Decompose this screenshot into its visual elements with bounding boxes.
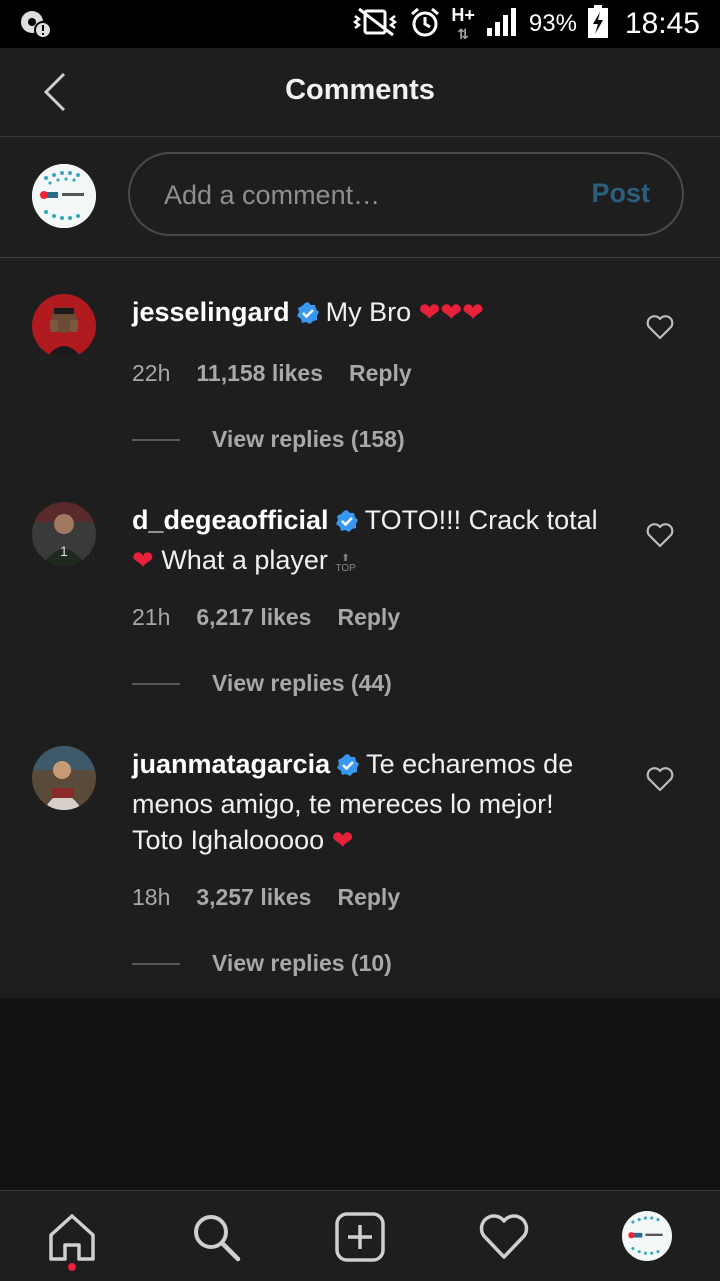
heart-outline-icon [646, 767, 674, 792]
comment-text: d_degeaofficial TOTO!!! Crack total ❤ Wha… [132, 502, 612, 578]
vibrate-off-icon [351, 7, 399, 42]
avatar [622, 1211, 672, 1261]
comment-message-line-1: Te echaremos de [366, 749, 574, 779]
comment-meta: 18h 3,257 likes Reply [132, 884, 400, 911]
bottom-tab-bar [0, 1190, 720, 1281]
svg-text:1: 1 [60, 543, 68, 559]
like-comment-button[interactable] [646, 522, 674, 548]
comment-message-line-2: menos amigo, te mereces lo mejor! [132, 789, 554, 819]
arrow-up-icon: ⬆ TOP [335, 553, 356, 574]
comment-composer: Post [0, 137, 720, 258]
view-replies-label: View replies (44) [212, 670, 392, 696]
view-replies-button[interactable]: View replies (10) [132, 950, 392, 977]
comment-message-line-3: Toto Ighalooooo [132, 825, 325, 855]
network-type-icon: H+ ⇅ [451, 4, 475, 42]
comment-likes[interactable]: 3,257 likes [196, 884, 311, 911]
reply-button[interactable]: Reply [349, 360, 412, 387]
alarm-icon [409, 6, 441, 43]
tab-activity[interactable] [478, 1211, 530, 1263]
tab-home[interactable] [46, 1211, 98, 1263]
tab-profile[interactable] [622, 1211, 672, 1261]
post-button[interactable]: Post [591, 178, 650, 209]
notification-icon [18, 8, 54, 45]
replies-divider [132, 682, 180, 685]
comment-meta: 21h 6,217 likes Reply [132, 604, 400, 631]
view-replies-label: View replies (158) [212, 426, 405, 452]
comments-header: Comments [0, 48, 720, 137]
network-type-label: H+ [451, 4, 475, 25]
home-active-indicator [68, 1263, 76, 1271]
like-comment-button[interactable] [646, 766, 674, 792]
comments-list: jesselingard My Bro ❤❤❤ 22h 11,158 likes … [0, 258, 720, 998]
comment-username[interactable]: jesselingard [132, 297, 290, 327]
avatar[interactable] [32, 294, 96, 358]
heart-emoji: ❤❤❤ [418, 297, 484, 327]
comment-input-container: Post [128, 152, 684, 236]
search-icon [194, 1215, 241, 1262]
heart-outline-icon [646, 315, 674, 340]
battery-charging-icon [587, 4, 609, 44]
new-post-icon [335, 1212, 385, 1262]
comment-age: 18h [132, 884, 171, 910]
view-replies-button[interactable]: View replies (44) [132, 670, 392, 697]
comment-message: My Bro [325, 297, 412, 327]
clock: 18:45 [624, 7, 700, 40]
comment-message-line-1: TOTO!!! Crack total [364, 505, 598, 535]
verified-badge-icon [296, 298, 320, 334]
home-icon [49, 1214, 95, 1261]
comment-input[interactable] [162, 172, 566, 218]
reply-button[interactable]: Reply [337, 884, 400, 911]
comment-text: juanmatagarcia Te echaremos de menos amig… [132, 746, 612, 858]
replies-divider [132, 438, 180, 441]
comment-likes[interactable]: 6,217 likes [196, 604, 311, 631]
tab-new-post[interactable] [334, 1211, 386, 1263]
view-replies-button[interactable]: View replies (158) [132, 426, 405, 453]
avatar [32, 164, 96, 228]
avatar[interactable] [32, 746, 96, 810]
comment-username[interactable]: juanmatagarcia [132, 749, 330, 779]
heart-emoji: ❤ [331, 825, 354, 855]
status-bar: H+ ⇅ 93% 18:45 [0, 0, 720, 48]
comment-text: jesselingard My Bro ❤❤❤ [132, 294, 612, 334]
like-comment-button[interactable] [646, 314, 674, 340]
heart-emoji: ❤ [132, 545, 154, 575]
comment-message-line-2: What a player [161, 545, 328, 575]
comment-meta: 22h 11,158 likes Reply [132, 360, 412, 387]
comment-age: 22h [132, 360, 171, 386]
verified-badge-icon [335, 506, 359, 542]
status-right: H+ ⇅ 93% 18:45 [351, 0, 700, 48]
signal-icon [485, 6, 519, 43]
avatar[interactable]: 1 [32, 502, 96, 566]
verified-badge-icon [336, 750, 360, 786]
battery-percent: 93% [528, 10, 577, 37]
view-replies-label: View replies (10) [212, 950, 392, 976]
heart-outline-icon [646, 523, 674, 548]
comment-likes[interactable]: 11,158 likes [196, 360, 323, 387]
comment-username[interactable]: d_degeaofficial [132, 505, 329, 535]
tab-search[interactable] [190, 1211, 242, 1263]
page-title: Comments [285, 74, 435, 106]
comment-age: 21h [132, 604, 171, 630]
reply-button[interactable]: Reply [337, 604, 400, 631]
activity-heart-icon [479, 1214, 529, 1259]
replies-divider [132, 962, 180, 965]
